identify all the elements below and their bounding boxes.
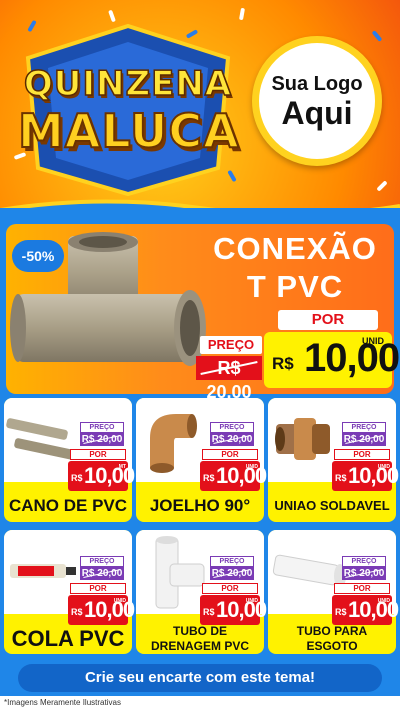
logo-text-2: Aqui: [281, 94, 353, 131]
unit-label: UNID: [377, 598, 390, 604]
title-line-2: MALUCA: [17, 103, 240, 159]
price-tag: R$ 10,00 UNID: [332, 595, 399, 625]
por-label: POR: [278, 310, 378, 330]
preco-label: PREÇO: [342, 556, 386, 567]
price-tag: R$ 10,00 UNID: [200, 595, 267, 625]
old-price: R$ 20,00: [80, 433, 124, 446]
product-name: COLA PVC: [11, 626, 125, 651]
footer: *Imagens Meramente Ilustrativas: [0, 696, 400, 711]
price-value: 10,00: [84, 463, 135, 488]
por-label: POR: [202, 583, 258, 594]
logo-placeholder: Sua Logo Aqui: [252, 36, 382, 166]
unit-label: UNID: [113, 598, 126, 604]
featured-name-line-1: CONEXÃO: [213, 231, 377, 266]
currency-label: R$: [203, 473, 215, 483]
price-tag: R$ 10,00 UNID: [68, 595, 135, 625]
product-name-line-1: TUBO DE: [173, 624, 227, 638]
create-flyer-button[interactable]: Crie seu encarte com este tema!: [18, 664, 382, 692]
old-price: R$ 20,00: [342, 433, 386, 446]
featured-price: 10,00: [304, 336, 400, 380]
preco-label: PREÇO: [200, 336, 262, 354]
old-price: R$ 20,00: [210, 567, 254, 580]
currency-label: R$: [203, 607, 215, 617]
product-name: CANO DE PVC: [8, 496, 128, 515]
unit-label: UNID: [245, 464, 258, 470]
product-name: TUBO PARA ESGOTO: [268, 624, 396, 654]
confetti: [376, 180, 388, 192]
featured-name-line-2: T PVC: [246, 269, 344, 304]
currency-label: R$: [335, 473, 347, 483]
price-value: 10,00: [348, 597, 399, 622]
product-name-line-1: TUBO PARA: [296, 624, 368, 638]
discount-badge: -50%: [12, 240, 64, 272]
confetti: [371, 30, 383, 42]
product-name: UNIAO SOLDAVEL: [274, 498, 390, 513]
price-tag: R$ 10,00 UNID: [332, 461, 399, 491]
unit-label: UNID: [377, 464, 390, 470]
product-name: JOELHO 90°: [149, 496, 251, 515]
preco-label: PREÇO: [80, 422, 124, 433]
currency-label: R$: [335, 607, 347, 617]
product-name-line-2: ESGOTO: [306, 639, 358, 653]
preco-label: PREÇO: [80, 556, 124, 567]
por-label: POR: [70, 583, 126, 594]
old-price: R$ 20,00: [210, 433, 254, 446]
featured-price-box: UNID R$ 10,00: [264, 332, 400, 388]
old-price: R$ 20,00: [196, 356, 262, 402]
price-value: 10,00: [216, 463, 267, 488]
preco-label: PREÇO: [210, 422, 254, 433]
price-value: 10,00: [216, 597, 267, 622]
price-value: 10,00: [84, 597, 135, 622]
unit-label: UNID: [245, 598, 258, 604]
featured-name: CONEXÃO T PVC: [200, 230, 390, 306]
por-label: POR: [70, 449, 126, 460]
footnote: *Imagens Meramente Ilustrativas: [4, 698, 121, 707]
unit-label: MT: [118, 464, 126, 470]
price-tag: R$ 10,00 MT: [68, 461, 135, 491]
currency-label: R$: [272, 354, 294, 373]
por-label: POR: [334, 449, 390, 460]
logo-text-1: Sua Logo: [271, 72, 363, 95]
product-name: TUBO DE DRENAGEM PVC: [136, 624, 264, 654]
currency-label: R$: [71, 473, 83, 483]
currency-label: R$: [71, 607, 83, 617]
title-line-1: QUINZENA: [23, 63, 233, 105]
old-price: R$ 20,00: [80, 567, 124, 580]
old-price: R$ 20,00: [342, 567, 386, 580]
por-label: POR: [202, 449, 258, 460]
flyer: QUINZENA MALUCA Sua Logo Aqui -50% CONEX…: [0, 0, 400, 711]
price-value: 10,00: [348, 463, 399, 488]
product-name-line-2: DRENAGEM PVC: [150, 639, 249, 653]
por-label: POR: [334, 583, 390, 594]
preco-label: PREÇO: [342, 422, 386, 433]
price-tag: R$ 10,00 UNID: [200, 461, 267, 491]
preco-label: PREÇO: [210, 556, 254, 567]
